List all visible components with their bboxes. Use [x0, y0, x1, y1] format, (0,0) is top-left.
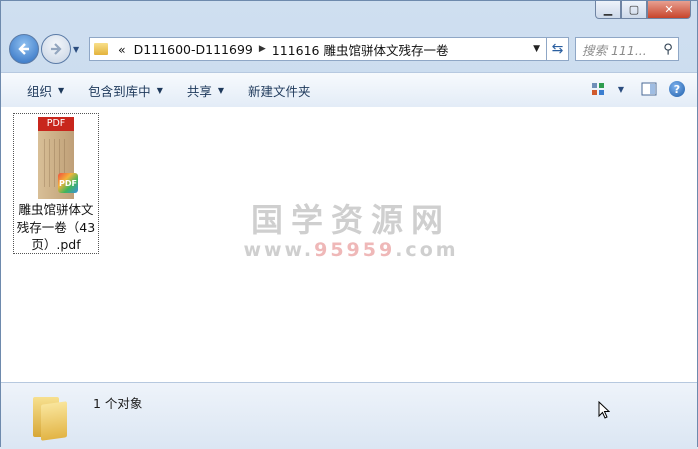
minimize-button[interactable]: ▁ — [595, 1, 621, 19]
chevron-down-icon: ▼ — [58, 85, 65, 95]
new-folder-label: 新建文件夹 — [248, 83, 311, 99]
back-button[interactable] — [9, 34, 39, 64]
watermark-url-prefix: www. — [243, 239, 315, 261]
view-grid-icon — [592, 83, 604, 95]
chevron-down-icon: ▼ — [73, 44, 80, 54]
details-pane: 1 个对象 — [1, 382, 697, 449]
file-list-area[interactable]: PDF PDF 雕虫馆骈体文 残存一卷（43 页）.pdf 国学资源网 www.… — [1, 107, 697, 382]
include-library-label: 包含到库中 — [88, 83, 151, 99]
include-library-menu[interactable]: 包含到库中 ▼ — [76, 81, 175, 100]
close-button[interactable]: ✕ — [647, 1, 691, 19]
explorer-window: ▁ ▢ ✕ ▼ « D111600-D111699 ▶ 111616 雕虫馆骈体… — [0, 0, 698, 449]
command-bar: 组织 ▼ 包含到库中 ▼ 共享 ▼ 新建文件夹 ▼ ? — [1, 72, 697, 108]
file-name-line-1: 雕虫馆骈体文 — [18, 202, 94, 217]
navigation-bar: ▼ « D111600-D111699 ▶ 111616 雕虫馆骈体文残存一卷 … — [9, 31, 689, 67]
file-name-line-3: 页）.pdf — [31, 237, 81, 252]
pdf-badge-icon: PDF — [58, 173, 78, 193]
help-icon: ? — [669, 81, 685, 97]
breadcrumb-arrow-icon[interactable]: ▶ — [257, 44, 268, 54]
chevron-down-icon: ▼ — [617, 84, 625, 94]
file-name-line-2: 残存一卷（43 — [16, 219, 96, 235]
organize-menu[interactable]: 组织 ▼ — [1, 81, 76, 100]
history-dropdown[interactable]: ▼ — [73, 45, 85, 54]
item-count: 1 个对象 — [93, 396, 143, 411]
view-options-button[interactable] — [589, 79, 609, 99]
address-bar[interactable]: « D111600-D111699 ▶ 111616 雕虫馆骈体文残存一卷 ▼ — [89, 37, 547, 61]
share-menu[interactable]: 共享 ▼ — [175, 81, 236, 100]
search-input[interactable]: 搜索 111... ⚲ — [575, 37, 679, 61]
title-buttons: ▁ ▢ ✕ — [595, 1, 691, 19]
chevron-down-icon: ▼ — [156, 85, 163, 95]
watermark-title: 国学资源网 — [250, 201, 451, 239]
pdf-thumbnail: PDF PDF — [38, 117, 78, 203]
breadcrumb-segment-current[interactable]: 111616 雕虫馆骈体文残存一卷 — [268, 40, 453, 59]
folder-icon — [29, 391, 69, 441]
help-button[interactable]: ? — [667, 79, 687, 99]
search-placeholder: 搜索 111... — [582, 42, 647, 58]
breadcrumb-overflow[interactable]: « — [114, 42, 130, 57]
watermark: 国学资源网 www.95959.com — [236, 195, 466, 261]
maximize-button[interactable]: ▢ — [621, 1, 647, 19]
view-controls: ▼ ? — [581, 79, 687, 99]
refresh-icon: ⇆ — [551, 41, 564, 57]
forward-arrow-icon — [51, 43, 62, 55]
watermark-url-number: 95959 — [314, 239, 396, 261]
forward-button[interactable] — [41, 34, 71, 64]
watermark-url: www.95959.com — [236, 239, 466, 261]
file-item-pdf[interactable]: PDF PDF 雕虫馆骈体文 残存一卷（43 页）.pdf — [13, 113, 99, 254]
view-dropdown[interactable]: ▼ — [611, 79, 631, 99]
preview-pane-button[interactable] — [639, 79, 659, 99]
folder-icon — [94, 43, 108, 55]
pdf-label: PDF — [38, 117, 74, 131]
preview-pane-icon — [641, 82, 657, 96]
share-label: 共享 — [186, 83, 212, 99]
file-name: 雕虫馆骈体文 残存一卷（43 页）.pdf — [14, 201, 98, 254]
new-folder-button[interactable]: 新建文件夹 — [236, 81, 323, 100]
address-dropdown-icon[interactable]: ▼ — [527, 44, 546, 54]
watermark-url-suffix: .com — [395, 239, 459, 261]
breadcrumb-segment-range[interactable]: D111600-D111699 — [130, 42, 257, 57]
back-arrow-icon — [18, 43, 29, 55]
search-icon[interactable]: ⚲ — [658, 42, 678, 57]
refresh-button[interactable]: ⇆ — [547, 37, 569, 61]
chevron-down-icon: ▼ — [217, 85, 225, 95]
organize-label: 组织 — [27, 83, 53, 99]
mouse-cursor-icon — [598, 401, 610, 419]
